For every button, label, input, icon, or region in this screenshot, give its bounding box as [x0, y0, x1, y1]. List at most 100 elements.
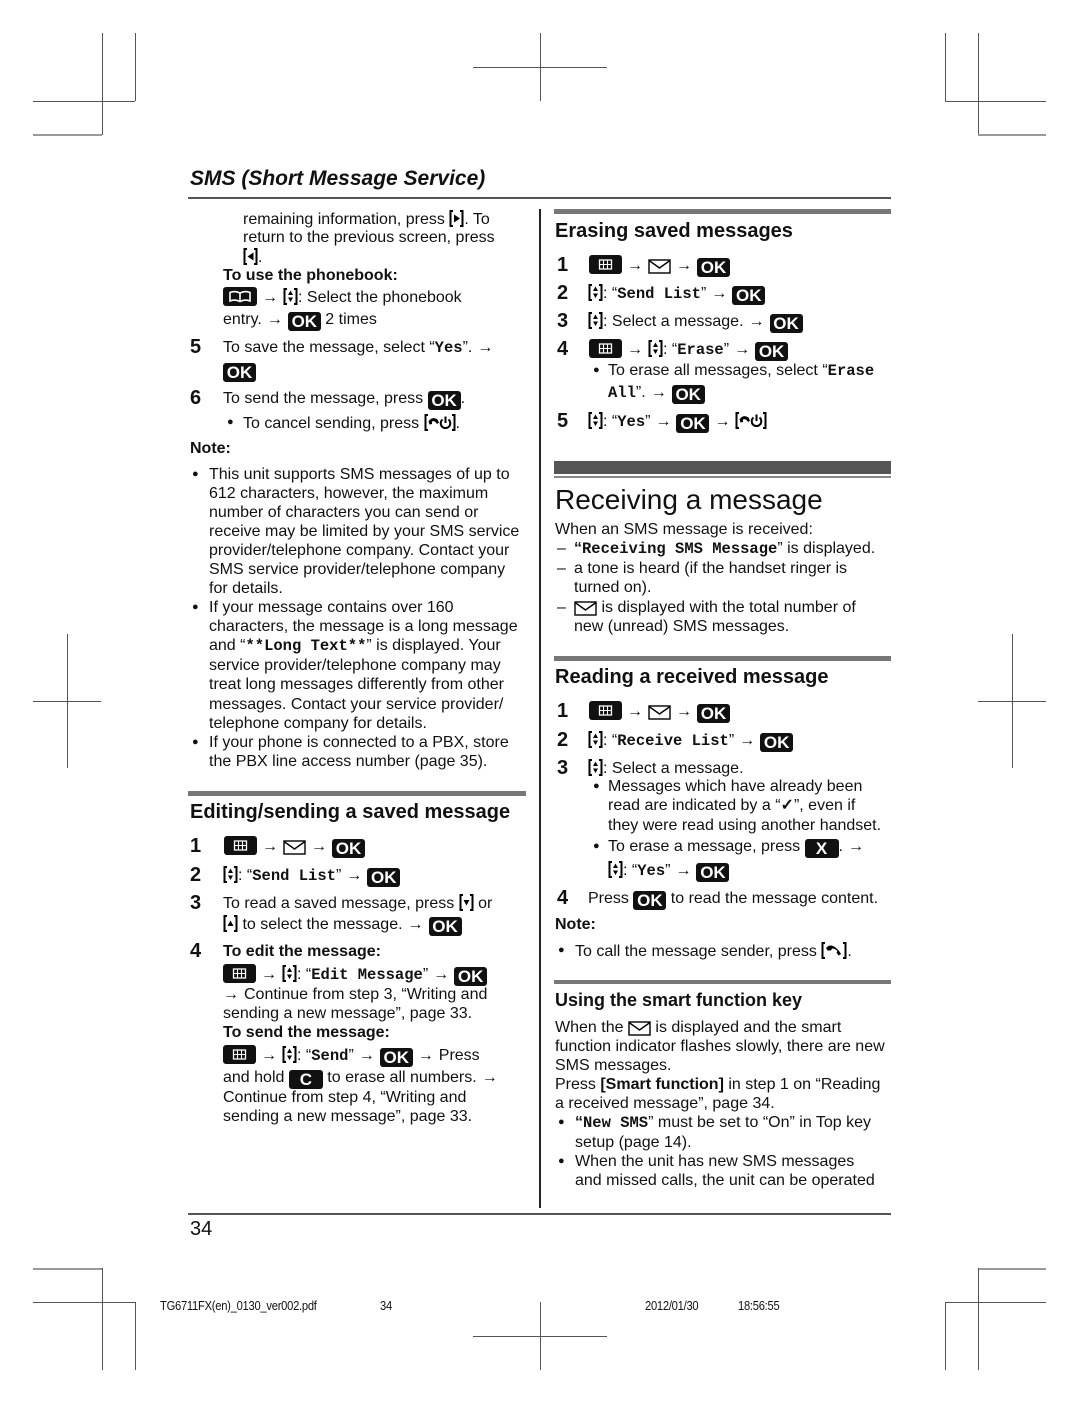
ok-key-icon: OK	[428, 917, 462, 936]
note-line: service provider/telephone company may	[209, 657, 501, 674]
crop-mark	[473, 1336, 607, 1337]
text: ”, even if	[793, 797, 856, 814]
editing-step-1: → → OK	[224, 836, 365, 858]
reading-step-4: Press OK to read the message content.	[588, 889, 878, 910]
step-5-line: To save the message, select “Yes”. →	[223, 338, 498, 357]
text: is displayed and the smart	[650, 1019, 842, 1036]
arrow-icon: →	[261, 1047, 277, 1064]
ok-key-icon: OK	[332, 839, 365, 858]
navigator-updown-key-icon	[282, 964, 297, 983]
text: ” is displayed. Your	[366, 637, 501, 654]
note-line: and “**Long Text**” is displayed. Your	[209, 636, 501, 655]
navigator-updown-key-icon	[223, 865, 238, 884]
bullet-icon: ●	[192, 468, 199, 480]
note-line: telephone company for details.	[209, 715, 427, 732]
crop-mark	[102, 1268, 103, 1370]
text: Press	[588, 890, 634, 907]
arrow-icon: →	[346, 867, 363, 884]
crop-mark	[978, 134, 1046, 136]
dash-icon: –	[557, 560, 566, 577]
arrow-icon: →	[433, 966, 450, 983]
display-text: Edit Message	[311, 966, 423, 984]
print-filename: TG6711FX(en)_0130_ver002.pdf	[160, 1298, 317, 1313]
arrow-icon: →	[358, 1047, 375, 1064]
text: .	[258, 249, 263, 266]
text: : Select a message.	[603, 760, 744, 777]
ok-key-icon: OK	[697, 258, 730, 277]
editing-step-4: →: “Edit Message” → OK	[223, 964, 488, 986]
text: To send the message, press	[223, 390, 428, 407]
display-text: All	[608, 384, 636, 402]
section-bar	[554, 209, 891, 214]
erasing-step-4-bullet: All”. → OK	[608, 383, 705, 404]
reading-step-1: → → OK	[589, 701, 730, 723]
down-key-icon	[459, 893, 474, 912]
arrow-icon: →	[477, 339, 494, 356]
bullet-icon: ●	[593, 840, 600, 852]
text: .	[838, 838, 843, 855]
ok-key-icon: OK	[633, 891, 667, 910]
step-number: 2	[557, 729, 569, 751]
receiving-item: turned on).	[574, 579, 652, 596]
checkmark-icon: ✓	[780, 797, 794, 814]
reading-step-3-bullet: read are indicated by a “✓”, even if	[608, 796, 855, 815]
clear-key-icon: C	[288, 1070, 323, 1089]
note-line: the PBX line access number (page 35).	[209, 753, 488, 770]
print-time: 18:56:55	[738, 1298, 780, 1313]
continuation-line: .	[243, 247, 262, 266]
arrow-icon: →	[650, 384, 667, 401]
note-line: characters, the message is a long messag…	[209, 618, 518, 635]
note-line: This unit supports SMS messages of up to	[209, 466, 510, 483]
editing-step-4: → Continue from step 3, “Writing and	[223, 985, 487, 1004]
text: ”	[422, 966, 429, 983]
menu-key-icon	[223, 964, 256, 983]
bullet-icon: ●	[227, 416, 234, 428]
note-line: SMS service provider/telephone company	[209, 561, 506, 578]
reading-step-3-bullet: Messages which have already been	[608, 778, 863, 795]
display-text: Receiving SMS Message	[582, 540, 778, 558]
text: Continue from step 3, “Writing and	[244, 986, 488, 1003]
page-number: 34	[190, 1218, 213, 1240]
crop-mark	[978, 33, 979, 135]
text: ” must be set to “On” in Top key	[648, 1114, 872, 1131]
arrow-icon: →	[676, 257, 692, 274]
text: : Select a message.	[603, 313, 744, 330]
ok-key-icon: OK	[367, 868, 401, 887]
ok-key-icon: OK	[676, 414, 710, 433]
step-number: 2	[557, 282, 569, 304]
menu-key-icon	[224, 836, 257, 855]
ok-key-icon: OK	[760, 733, 794, 752]
step-number: 6	[190, 387, 202, 409]
bullet-icon: ●	[593, 364, 600, 376]
step-6-bullet: To cancel sending, press .	[243, 413, 460, 432]
editing-step-3: To read a saved message, press or	[223, 893, 492, 912]
text: Press	[555, 1076, 601, 1093]
navigator-updown-key-icon	[588, 283, 603, 302]
ok-key-icon: OK	[427, 391, 461, 410]
envelope-icon	[574, 601, 597, 616]
bullet-icon: ●	[558, 1155, 565, 1167]
text: read are indicated by a “	[608, 797, 781, 814]
text: or	[473, 895, 493, 912]
erasing-step-2: : “Send List” → OK	[588, 283, 766, 305]
navigator-updown-key-icon	[588, 758, 603, 777]
display-text: Erase	[677, 341, 724, 359]
reading-step-3: : Select a message.	[588, 758, 744, 777]
text: ” is displayed.	[777, 540, 876, 557]
envelope-icon	[648, 259, 671, 274]
reading-step-2: : “Receive List” → OK	[588, 730, 794, 752]
phonebook-key-icon	[223, 287, 257, 306]
arrow-icon: →	[261, 966, 277, 983]
ok-key-icon: OK	[732, 286, 766, 305]
step-number: 3	[557, 310, 569, 332]
crop-mark	[33, 101, 135, 102]
smart-function-key-label: Smart function	[605, 1076, 719, 1093]
manual-page: SMS (Short Message Service) remaining in…	[0, 0, 1080, 1404]
step-number: 1	[190, 835, 202, 857]
smart-paragraph: a received message”, page 34.	[555, 1095, 775, 1112]
editing-step-4: →: “Send” → OK → Press	[223, 1045, 480, 1067]
section-heading-smart-function: Using the smart function key	[555, 990, 803, 1010]
bullet-icon: ●	[558, 944, 565, 956]
off-power-key-icon	[735, 411, 767, 430]
menu-key-icon	[589, 339, 622, 358]
